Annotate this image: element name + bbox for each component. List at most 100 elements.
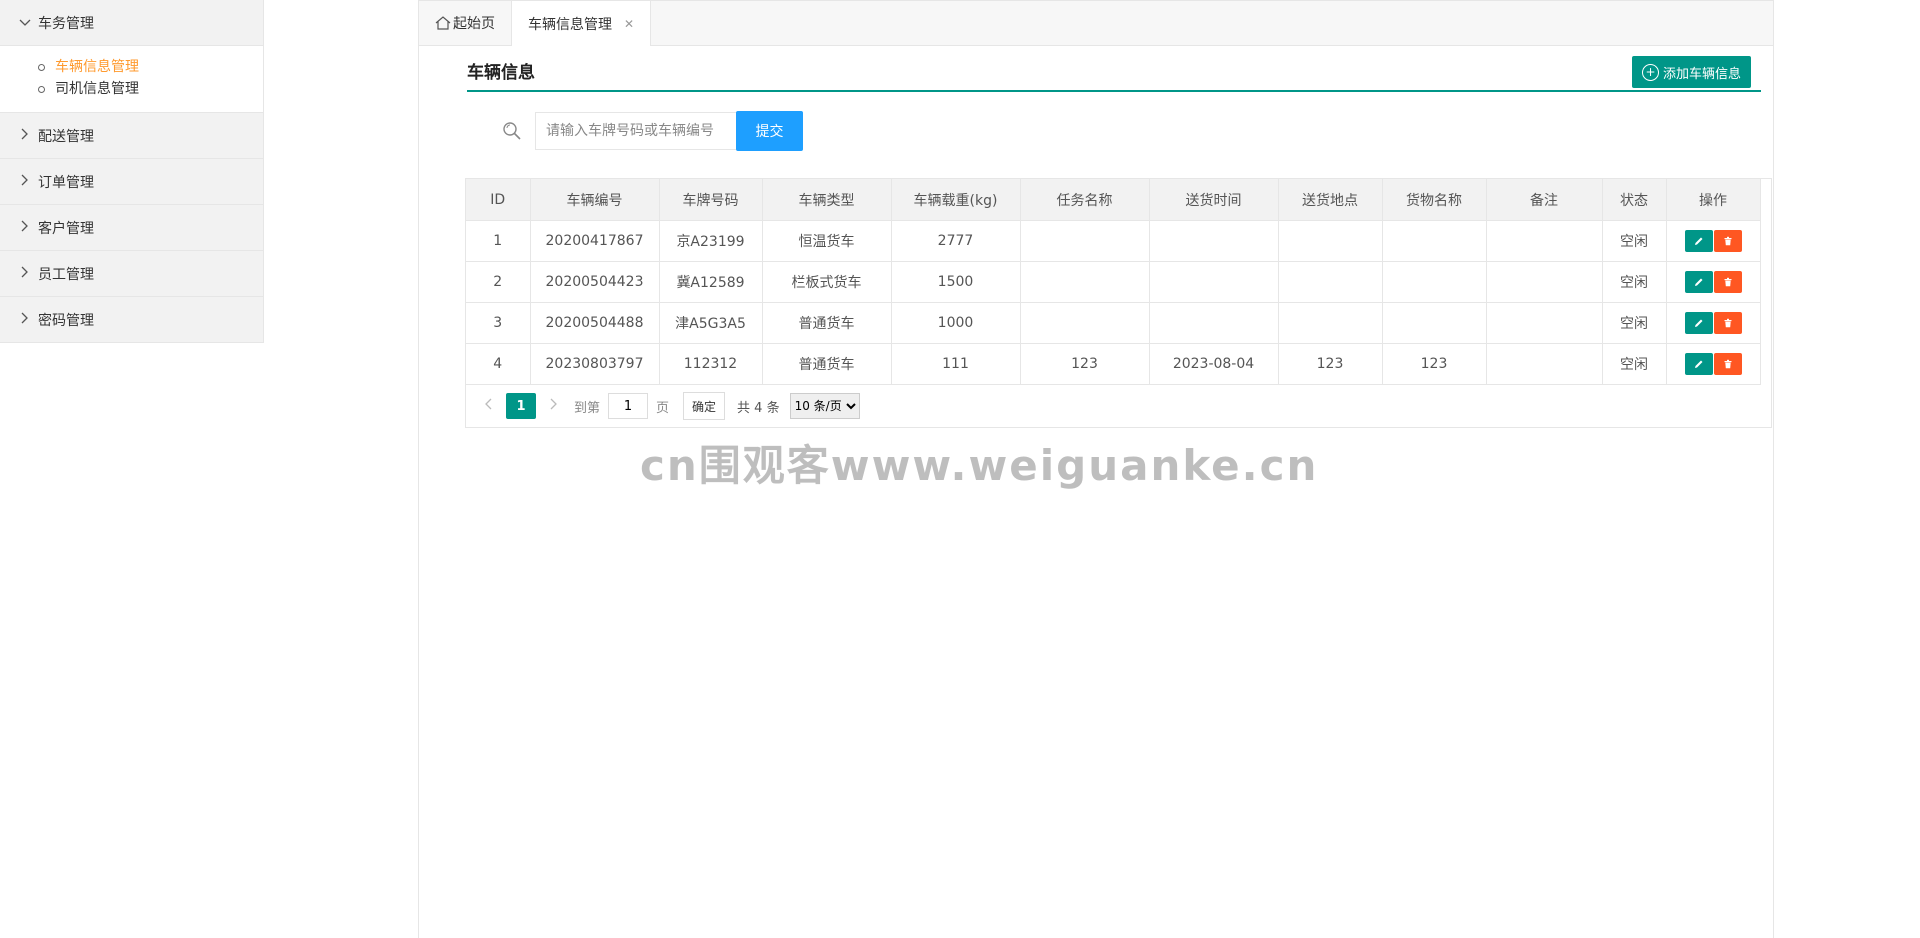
delete-button[interactable] (1713, 271, 1742, 293)
table-body: 1 20200417867 京A23199 恒温货车 2777 空闲 2 2020050442… (466, 220, 1761, 385)
table-cell: 123 (1278, 343, 1383, 385)
bullet-icon (38, 63, 45, 71)
table-cell: 2777 (891, 220, 1021, 262)
submenu-vehicle-affairs: 车辆信息管理 司机信息管理 (0, 46, 263, 113)
table-cell (1149, 220, 1279, 262)
prev-page-icon[interactable] (476, 398, 500, 414)
table-cell: 1000 (891, 302, 1021, 344)
sidebar-item-driver-info[interactable]: 司机信息管理 (38, 78, 263, 100)
table-cell: 20230803797 (530, 343, 660, 385)
close-icon[interactable]: ✕ (624, 17, 634, 31)
column-header[interactable]: 车牌号码 (659, 179, 763, 221)
table-cell: 空闲 (1602, 343, 1667, 385)
table-row: 3 20200504488 津A5G3A5 普通货车 1000 空闲 (466, 302, 1761, 344)
column-header[interactable]: 任务名称 (1020, 179, 1150, 221)
column-header[interactable]: 状态 (1602, 179, 1667, 221)
section-header: 车辆信息 + 添加车辆信息 (467, 44, 1761, 92)
edit-button[interactable] (1684, 230, 1713, 252)
pencil-icon (1694, 278, 1702, 286)
table-cell (1486, 261, 1603, 303)
table-cell: 1 (466, 220, 531, 262)
trash-icon (1724, 359, 1731, 369)
sidebar-item-label: 司机信息管理 (55, 81, 139, 97)
sidebar-item-vehicle-info[interactable]: 车辆信息管理 (38, 56, 263, 78)
trash-icon (1724, 236, 1731, 246)
table-cell (1149, 302, 1279, 344)
table-cell (1382, 220, 1487, 262)
chevron-right-icon (18, 128, 32, 143)
menu-group-delivery[interactable]: 配送管理 (0, 113, 263, 159)
pencil-icon (1694, 237, 1702, 245)
row-actions (1667, 262, 1760, 302)
vehicle-table: ID 车辆编号 车牌号码 车辆类型 车辆载重(kg) 任务名称 送货时间 送货地… (465, 178, 1772, 428)
table-cell (1020, 261, 1150, 303)
table-cell: 空闲 (1602, 302, 1667, 344)
menu-group-vehicle-affairs[interactable]: 车务管理 (0, 0, 263, 46)
home-icon (435, 16, 451, 30)
search-input[interactable] (535, 112, 737, 150)
search-icon (503, 122, 521, 140)
next-page-icon[interactable] (542, 398, 566, 414)
menu-group-label: 配送管理 (38, 128, 94, 145)
table-cell (1278, 302, 1383, 344)
table-cell (1486, 302, 1603, 344)
menu-group-employees[interactable]: 员工管理 (0, 251, 263, 297)
tab-vehicle-info[interactable]: 车辆信息管理 ✕ (512, 1, 652, 46)
confirm-goto-button[interactable]: 确定 (683, 392, 726, 420)
pagination: 1 到第 页 确定 共 4 条 10 条/页 (466, 385, 1771, 427)
table-cell (1486, 220, 1603, 262)
column-header[interactable]: 操作 (1666, 179, 1761, 221)
pencil-icon (1694, 319, 1702, 327)
table-cell: 1500 (891, 261, 1021, 303)
delete-button[interactable] (1713, 230, 1742, 252)
page-size-select[interactable]: 10 条/页 (789, 393, 860, 419)
add-vehicle-button[interactable]: + 添加车辆信息 (1631, 56, 1751, 88)
menu-group-orders[interactable]: 订单管理 (0, 159, 263, 205)
sidebar: 车务管理 车辆信息管理 司机信息管理 配送管理 订单管理 客户管理 员工管理 密… (0, 0, 264, 343)
row-actions (1667, 344, 1760, 384)
edit-button[interactable] (1684, 271, 1713, 293)
table-cell-actions (1666, 302, 1761, 344)
goto-page-input[interactable] (608, 393, 649, 419)
table-cell: 123 (1020, 343, 1150, 385)
current-page-button[interactable]: 1 (506, 393, 536, 419)
edit-button[interactable] (1684, 353, 1713, 375)
column-header[interactable]: 送货时间 (1149, 179, 1279, 221)
table-cell (1020, 302, 1150, 344)
menu-group-label: 车务管理 (38, 15, 94, 32)
table-cell-actions (1666, 261, 1761, 303)
column-header[interactable]: 车辆类型 (762, 179, 892, 221)
row-actions (1667, 303, 1760, 343)
column-header[interactable]: ID (466, 179, 531, 221)
column-header[interactable]: 货物名称 (1382, 179, 1487, 221)
table-cell: 2 (466, 261, 531, 303)
delete-button[interactable] (1713, 312, 1742, 334)
pencil-icon (1694, 360, 1702, 368)
menu-group-customers[interactable]: 客户管理 (0, 205, 263, 251)
column-header[interactable]: 备注 (1486, 179, 1603, 221)
column-header[interactable]: 车辆载重(kg) (891, 179, 1021, 221)
delete-button[interactable] (1713, 353, 1742, 375)
column-header[interactable]: 送货地点 (1278, 179, 1383, 221)
menu-group-password[interactable]: 密码管理 (0, 297, 263, 342)
table-cell: 栏板式货车 (762, 261, 892, 303)
tab-home[interactable]: 起始页 (419, 1, 512, 45)
chevron-right-icon (18, 174, 32, 189)
chevron-right-icon (18, 312, 32, 327)
table-cell: 恒温货车 (762, 220, 892, 262)
table-cell: 空闲 (1602, 261, 1667, 303)
column-header[interactable]: 车辆编号 (530, 179, 660, 221)
submit-button[interactable]: 提交 (736, 111, 803, 151)
table-cell (1020, 220, 1150, 262)
menu-group-label: 客户管理 (38, 220, 94, 237)
total-count: 共 4 条 (737, 400, 780, 416)
table-row: 2 20200504423 冀A12589 栏板式货车 1500 空闲 (466, 261, 1761, 303)
chevron-right-icon (18, 220, 32, 235)
edit-button[interactable] (1684, 312, 1713, 334)
table-cell: 空闲 (1602, 220, 1667, 262)
table-cell (1278, 261, 1383, 303)
add-vehicle-label: 添加车辆信息 (1662, 66, 1741, 82)
trash-icon (1724, 318, 1731, 328)
search-bar: 提交 (501, 111, 803, 151)
table-cell: 4 (466, 343, 531, 385)
